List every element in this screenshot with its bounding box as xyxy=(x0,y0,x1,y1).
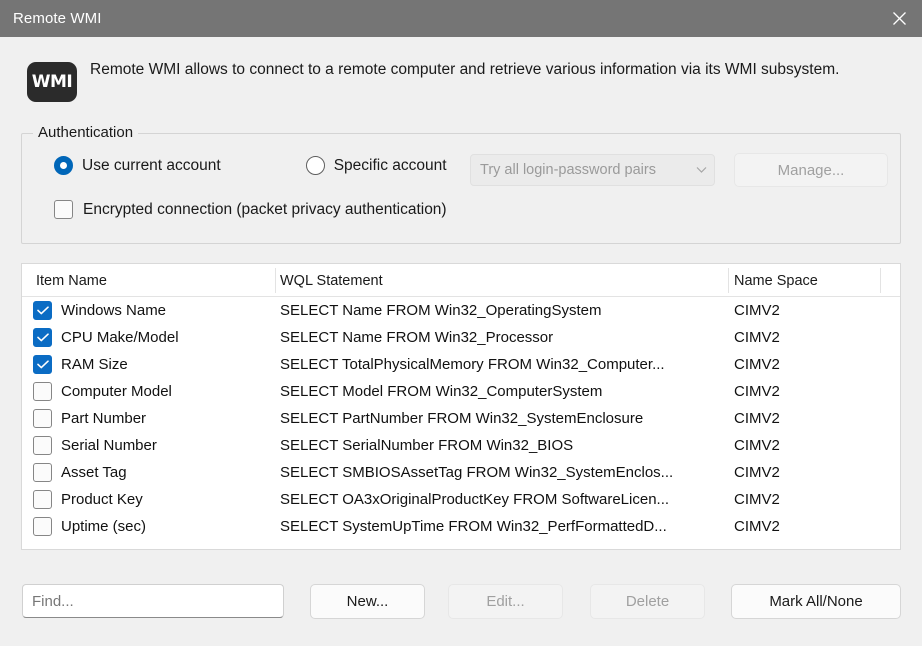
table-row[interactable]: Product Key SELECT OA3xOriginalProductKey… xyxy=(22,486,900,513)
manage-button[interactable]: Manage... xyxy=(734,153,888,187)
table-row[interactable]: Part Number SELECT PartNumber FROM Win32_… xyxy=(22,405,900,432)
cell-item-name: Uptime (sec) xyxy=(61,518,147,535)
auth-radio-row: Use current account Specific account xyxy=(54,156,447,175)
column-header-wql[interactable]: WQL Statement xyxy=(280,264,383,297)
find-input[interactable]: Find... xyxy=(22,584,284,618)
cell-wql: SELECT Name FROM Win32_OperatingSystem xyxy=(280,302,602,319)
checkbox-encrypted-connection-label: Encrypted connection (packet privacy aut… xyxy=(83,200,447,218)
authentication-group: Authentication Use current account Speci… xyxy=(21,124,901,244)
table-row[interactable]: Serial Number SELECT SerialNumber FROM Wi… xyxy=(22,432,900,459)
checkmark-icon xyxy=(36,360,49,369)
cell-name-space: CIMV2 xyxy=(734,410,780,427)
radio-specific-account-label: Specific account xyxy=(333,156,447,174)
row-checkbox[interactable] xyxy=(33,517,52,536)
new-button[interactable]: New... xyxy=(310,584,425,619)
cell-item-name: Product Key xyxy=(61,491,143,508)
table-row[interactable]: Uptime (sec) SELECT SystemUpTime FROM Win… xyxy=(22,513,900,540)
row-checkbox[interactable] xyxy=(33,436,52,455)
table-header-row: Item Name WQL Statement Name Space xyxy=(22,264,900,297)
checkmark-icon xyxy=(36,333,49,342)
close-button[interactable] xyxy=(876,0,922,37)
radio-specific-account[interactable]: Specific account xyxy=(305,156,447,175)
cell-wql: SELECT Name FROM Win32_Processor xyxy=(280,329,554,346)
cell-name-space: CIMV2 xyxy=(734,329,780,346)
checkbox-encrypted-connection[interactable]: Encrypted connection (packet privacy aut… xyxy=(54,200,447,219)
cell-wql: SELECT OA3xOriginalProductKey FROM Softw… xyxy=(280,491,670,508)
table-row[interactable]: CPU Make/Model SELECT Name FROM Win32_Pro… xyxy=(22,324,900,351)
authentication-legend: Authentication xyxy=(33,124,139,141)
row-checkbox[interactable] xyxy=(33,382,52,401)
checkmark-icon xyxy=(36,306,49,315)
header-section: WMI Remote WMI allows to connect to a re… xyxy=(0,37,922,119)
radio-unselected-icon xyxy=(305,156,325,175)
chevron-down-icon xyxy=(688,166,714,174)
cell-wql: SELECT Model FROM Win32_ComputerSystem xyxy=(280,383,603,400)
table-row[interactable]: Asset Tag SELECT SMBIOSAssetTag FROM Win3… xyxy=(22,459,900,486)
close-icon xyxy=(892,12,906,25)
table-row[interactable]: RAM Size SELECT TotalPhysicalMemory FROM … xyxy=(22,351,900,378)
cell-name-space: CIMV2 xyxy=(734,302,780,319)
cell-item-name: Serial Number xyxy=(61,437,157,454)
column-divider-2[interactable] xyxy=(728,268,729,293)
column-header-item-name[interactable]: Item Name xyxy=(36,264,107,297)
edit-button[interactable]: Edit... xyxy=(448,584,563,619)
description-text: Remote WMI allows to connect to a remote… xyxy=(90,61,840,78)
cell-wql: SELECT SerialNumber FROM Win32_BIOS xyxy=(280,437,574,454)
wmi-icon: WMI xyxy=(27,62,77,102)
row-checkbox[interactable] xyxy=(33,328,52,347)
cell-name-space: CIMV2 xyxy=(734,464,780,481)
row-checkbox[interactable] xyxy=(33,409,52,428)
delete-button[interactable]: Delete xyxy=(590,584,705,619)
window-title: Remote WMI xyxy=(13,10,102,27)
login-mode-value: Try all login-password pairs xyxy=(480,162,656,178)
table-body: Windows Name SELECT Name FROM Win32_Opera… xyxy=(22,297,900,540)
cell-item-name: RAM Size xyxy=(61,356,128,373)
row-checkbox[interactable] xyxy=(33,463,52,482)
cell-wql: SELECT PartNumber FROM Win32_SystemEnclo… xyxy=(280,410,644,427)
checkbox-unchecked-icon xyxy=(54,200,73,219)
login-mode-select[interactable]: Try all login-password pairs xyxy=(470,154,715,186)
cell-wql: SELECT SMBIOSAssetTag FROM Win32_SystemE… xyxy=(280,464,674,481)
row-checkbox[interactable] xyxy=(33,301,52,320)
find-placeholder-text: Find... xyxy=(32,592,74,610)
column-header-name-space[interactable]: Name Space xyxy=(734,264,818,297)
cell-name-space: CIMV2 xyxy=(734,383,780,400)
radio-use-current-account[interactable]: Use current account xyxy=(54,156,221,175)
title-bar: Remote WMI xyxy=(0,0,922,37)
cell-wql: SELECT SystemUpTime FROM Win32_PerfForma… xyxy=(280,518,667,535)
wmi-icon-label: WMI xyxy=(31,71,73,92)
table-row[interactable]: Computer Model SELECT Model FROM Win32_Co… xyxy=(22,378,900,405)
cell-item-name: Asset Tag xyxy=(61,464,127,481)
cell-name-space: CIMV2 xyxy=(734,518,780,535)
column-divider-1[interactable] xyxy=(275,268,276,293)
cell-item-name: Part Number xyxy=(61,410,147,427)
column-divider-3[interactable] xyxy=(880,268,881,293)
cell-item-name: Computer Model xyxy=(61,383,172,400)
row-checkbox[interactable] xyxy=(33,490,52,509)
table-row[interactable]: Windows Name SELECT Name FROM Win32_Opera… xyxy=(22,297,900,324)
mark-all-none-button[interactable]: Mark All/None xyxy=(731,584,901,619)
wmi-items-table: Item Name WQL Statement Name Space Windo… xyxy=(21,263,901,550)
cell-item-name: Windows Name xyxy=(61,302,167,319)
cell-item-name: CPU Make/Model xyxy=(61,329,179,346)
cell-name-space: CIMV2 xyxy=(734,491,780,508)
cell-wql: SELECT TotalPhysicalMemory FROM Win32_Co… xyxy=(280,356,665,373)
cell-name-space: CIMV2 xyxy=(734,356,780,373)
radio-use-current-account-label: Use current account xyxy=(82,156,221,174)
remote-wmi-dialog: Remote WMI WMI Remote WMI allows to conn… xyxy=(0,0,922,646)
row-checkbox[interactable] xyxy=(33,355,52,374)
radio-selected-icon xyxy=(54,156,73,175)
cell-name-space: CIMV2 xyxy=(734,437,780,454)
